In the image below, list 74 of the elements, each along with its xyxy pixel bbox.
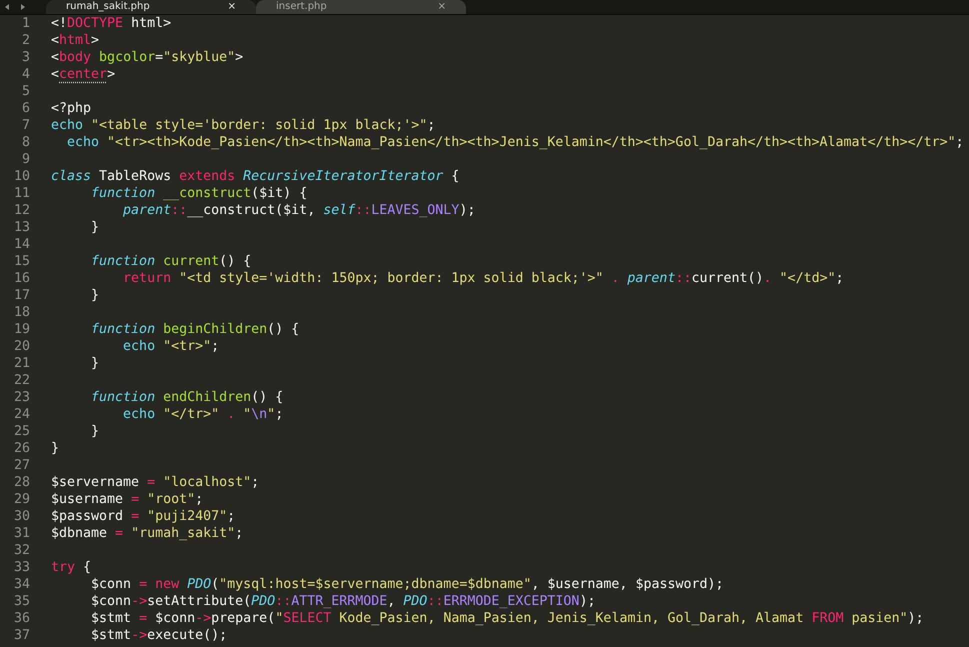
line-number: 10 bbox=[12, 168, 30, 185]
line-number: 21 bbox=[12, 355, 30, 372]
editor-tab[interactable]: insert.php × bbox=[256, 0, 466, 14]
line-number: 26 bbox=[12, 440, 30, 457]
line-number: 8 bbox=[20, 134, 30, 151]
line-number: 4 bbox=[20, 66, 30, 83]
line-number: 37 bbox=[12, 627, 30, 644]
line-number: 20 bbox=[12, 338, 30, 355]
line-number: 9 bbox=[20, 151, 30, 168]
line-number: 5 bbox=[20, 83, 30, 100]
code-line: $stmt = $conn->prepare("SELECT Kode_Pasien, Nama_Pasien, Jenis_Kelamin, Gol_Darah, Alamat FROM pasien"); bbox=[90, 610, 924, 627]
code-line: function __construct($it) { bbox=[90, 185, 308, 202]
close-tab-button[interactable]: × bbox=[228, 2, 236, 12]
code-line: $stmt->execute(); bbox=[90, 627, 228, 644]
code-line: echo "<tr>"; bbox=[122, 338, 220, 355]
line-number: 6 bbox=[20, 100, 30, 117]
arrows-icon[interactable] bbox=[4, 3, 26, 11]
code-line: <html> bbox=[51, 32, 100, 49]
code-line: return "<td style='width: 150px; border: 1px solid black;'>" . parent::current(). "</td>"; bbox=[122, 270, 844, 287]
line-number: 12 bbox=[12, 202, 30, 219]
line-number: 36 bbox=[12, 610, 30, 627]
code-line: $password = "puji2407"; bbox=[51, 508, 236, 525]
line-number: 30 bbox=[12, 508, 30, 525]
line-number: 16 bbox=[12, 270, 30, 287]
code-line: parent::__construct($it, self::LEAVES_ONLY); bbox=[122, 202, 476, 219]
line-number: 32 bbox=[12, 542, 30, 559]
line-number: 22 bbox=[12, 372, 30, 389]
code-line: <!DOCTYPE html> bbox=[51, 15, 172, 32]
line-number: 35 bbox=[12, 593, 30, 610]
code-line: echo "<tr><th>Kode_Pasien</th><th>Nama_Pasien</th><th>Jenis_Kelamin</th><th>Gol_Darah</th><th>Alamat</th></tr>"; bbox=[66, 134, 964, 151]
code-line: } bbox=[90, 423, 100, 440]
line-number: 29 bbox=[12, 491, 30, 508]
line-number: 17 bbox=[12, 287, 30, 304]
line-number: 27 bbox=[12, 457, 30, 474]
line-number: 3 bbox=[20, 49, 30, 66]
line-number: 18 bbox=[12, 304, 30, 321]
code-line: $conn = new PDO("mysql:host=$servername;dbname=$dbname", $username, $password); bbox=[90, 576, 724, 593]
line-number: 23 bbox=[12, 389, 30, 406]
line-number: 11 bbox=[12, 185, 30, 202]
line-number: 33 bbox=[12, 559, 30, 576]
line-number: 15 bbox=[12, 253, 30, 270]
code-line: } bbox=[51, 440, 60, 457]
line-number: 7 bbox=[20, 117, 30, 134]
tab-title: insert.php bbox=[276, 2, 327, 12]
line-number: 1 bbox=[20, 15, 30, 32]
line-number: 24 bbox=[12, 406, 30, 423]
line-number: 2 bbox=[20, 32, 30, 49]
code-line: } bbox=[90, 355, 100, 372]
code-line: } bbox=[90, 287, 100, 304]
code-line: <body bgcolor="skyblue"> bbox=[51, 49, 244, 66]
code-line: $dbname = "rumah_sakit"; bbox=[51, 525, 244, 542]
editor-tab[interactable]: rumah_sakit.php × bbox=[46, 0, 256, 14]
line-number: 31 bbox=[12, 525, 30, 542]
line-number: 25 bbox=[12, 423, 30, 440]
code-line: function beginChildren() { bbox=[90, 321, 300, 338]
code-line: class TableRows extends RecursiveIteratorIterator { bbox=[51, 168, 460, 185]
code-line: echo "<table style='border: solid 1px black;'>"; bbox=[51, 117, 436, 134]
line-number: 13 bbox=[12, 219, 30, 236]
close-tab-button[interactable]: × bbox=[438, 2, 446, 12]
code-line: echo "</tr>" . "\n"; bbox=[122, 406, 284, 423]
code-line: $username = "root"; bbox=[51, 491, 204, 508]
line-number: 34 bbox=[12, 576, 30, 593]
code-line: $servername = "localhost"; bbox=[51, 474, 260, 491]
code-line: function endChildren() { bbox=[90, 389, 284, 406]
line-number: 19 bbox=[12, 321, 30, 338]
line-number: 14 bbox=[12, 236, 30, 253]
code-line: <?php bbox=[51, 100, 92, 117]
line-number: 28 bbox=[12, 474, 30, 491]
code-line: function current() { bbox=[90, 253, 252, 270]
tab-title: rumah_sakit.php bbox=[66, 2, 150, 12]
code-line: } bbox=[90, 219, 100, 236]
code-line: try { bbox=[51, 559, 92, 576]
code-line: $conn->setAttribute(PDO::ATTR_ERRMODE, PDO::ERRMODE_EXCEPTION); bbox=[90, 593, 596, 610]
code-line: <center> bbox=[51, 66, 116, 83]
